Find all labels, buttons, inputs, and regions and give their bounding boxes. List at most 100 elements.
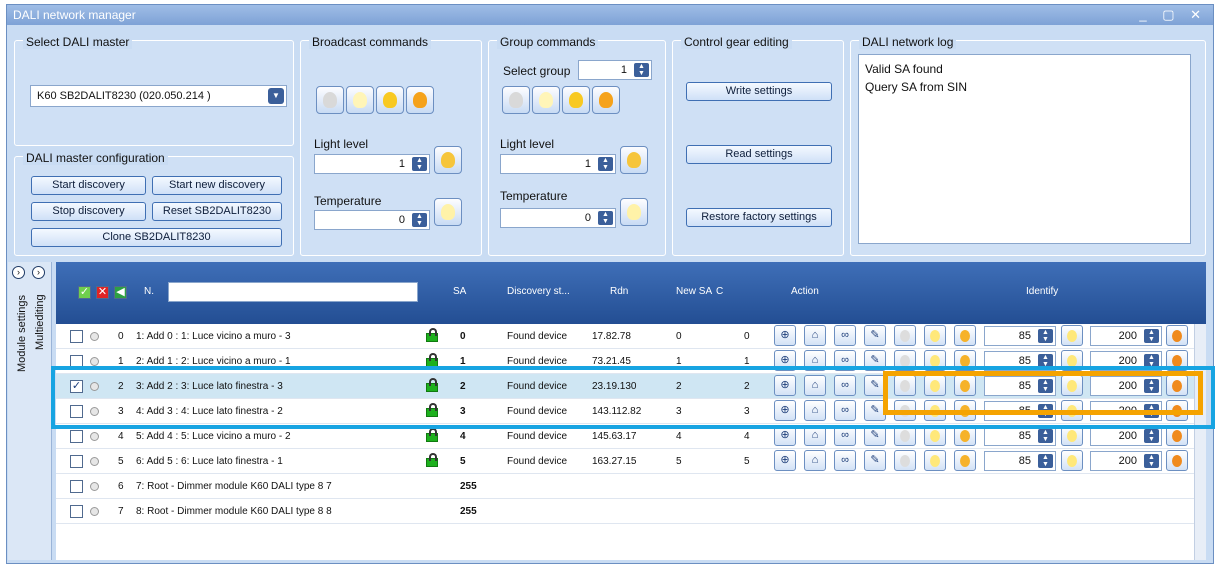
header-c[interactable]: C: [716, 286, 723, 297]
group-light-level-input[interactable]: 1 ▲ ▼: [500, 154, 616, 174]
bulb-off-icon[interactable]: [894, 350, 916, 371]
identify-temp-input[interactable]: 200 ▲ ▼: [1090, 451, 1162, 471]
start-new-discovery-button[interactable]: Start new discovery: [152, 176, 282, 195]
row-checkbox[interactable]: [70, 480, 83, 493]
pencil-icon[interactable]: ✎: [864, 450, 886, 471]
group-temperature-apply-icon[interactable]: [620, 198, 648, 226]
expand-icon[interactable]: ›: [32, 266, 45, 279]
bulb-max-icon[interactable]: [954, 400, 976, 421]
bulb-add-icon[interactable]: ⊕: [774, 450, 796, 471]
select-group-input[interactable]: 1 ▲ ▼: [578, 60, 652, 80]
row-checkbox[interactable]: [70, 505, 83, 518]
identify-level-input[interactable]: 85 ▲ ▼: [984, 401, 1056, 421]
bulb-warm-icon[interactable]: [1166, 350, 1188, 371]
bulb-max-icon[interactable]: [954, 350, 976, 371]
row-checkbox[interactable]: [70, 430, 83, 443]
binoculars-icon[interactable]: ∞: [834, 425, 856, 446]
bulb-off-icon[interactable]: [894, 325, 916, 346]
bulb-warm-icon[interactable]: [1166, 375, 1188, 396]
home-icon[interactable]: ⌂: [804, 400, 826, 421]
identify-temp-input[interactable]: 200 ▲ ▼: [1090, 351, 1162, 371]
table-row[interactable]: 7 8: Root - Dimmer module K60 DALI type 8…: [56, 499, 1206, 524]
pencil-icon[interactable]: ✎: [864, 425, 886, 446]
bulb-off-icon[interactable]: [894, 450, 916, 471]
master-select[interactable]: K60 SB2DALIT8230 (020.050.214 ) ▼: [30, 85, 287, 107]
expand-icon[interactable]: ›: [12, 266, 25, 279]
bulb-warm-icon[interactable]: [1166, 425, 1188, 446]
bulb-step-icon[interactable]: [376, 86, 404, 114]
bulb-add-icon[interactable]: ⊕: [774, 425, 796, 446]
bulb-apply-icon[interactable]: [1061, 425, 1083, 446]
pencil-icon[interactable]: ✎: [864, 375, 886, 396]
bulb-max-icon[interactable]: [406, 86, 434, 114]
read-settings-button[interactable]: Read settings: [686, 145, 832, 164]
bulb-max-icon[interactable]: [954, 375, 976, 396]
bulb-warm-icon[interactable]: [1166, 450, 1188, 471]
row-checkbox[interactable]: [70, 405, 83, 418]
lock-open-icon[interactable]: [426, 353, 440, 367]
bulb-min-icon[interactable]: [924, 350, 946, 371]
filter-input[interactable]: [168, 282, 418, 302]
bulb-add-icon[interactable]: ⊕: [774, 325, 796, 346]
home-icon[interactable]: ⌂: [804, 425, 826, 446]
table-row[interactable]: 0 1: Add 0 : 1: Luce vicino a muro - 3 0 Fo…: [56, 324, 1206, 349]
row-checkbox[interactable]: ✓: [70, 380, 83, 393]
identify-level-input[interactable]: 85 ▲ ▼: [984, 376, 1056, 396]
header-new-sa[interactable]: New SA: [676, 286, 712, 297]
bulb-max-icon[interactable]: [954, 425, 976, 446]
group-bulb-step-icon[interactable]: [562, 86, 590, 114]
table-row[interactable]: ✓ 2 3: Add 2 : 3: Luce lato finestra - 3 2 F…: [56, 374, 1206, 399]
bulb-apply-icon[interactable]: [1061, 325, 1083, 346]
bulb-off-icon[interactable]: [894, 375, 916, 396]
bulb-min-icon[interactable]: [924, 450, 946, 471]
window-controls[interactable]: _ ▢ ✕: [1139, 5, 1207, 25]
binoculars-icon[interactable]: ∞: [834, 400, 856, 421]
header-sa[interactable]: SA: [453, 286, 466, 297]
row-checkbox[interactable]: [70, 455, 83, 468]
bulb-min-icon[interactable]: [924, 375, 946, 396]
lock-open-icon[interactable]: [426, 403, 440, 417]
home-icon[interactable]: ⌂: [804, 450, 826, 471]
binoculars-icon[interactable]: ∞: [834, 350, 856, 371]
tab-multiediting[interactable]: Multiediting: [34, 294, 46, 350]
bulb-apply-icon[interactable]: [1061, 400, 1083, 421]
lock-open-icon[interactable]: [426, 428, 440, 442]
group-light-level-apply-icon[interactable]: [620, 146, 648, 174]
bulb-min-icon[interactable]: [924, 325, 946, 346]
group-bulb-min-icon[interactable]: [532, 86, 560, 114]
row-checkbox[interactable]: [70, 355, 83, 368]
pencil-icon[interactable]: ✎: [864, 350, 886, 371]
bulb-add-icon[interactable]: ⊕: [774, 350, 796, 371]
table-row[interactable]: 4 5: Add 4 : 5: Luce vicino a muro - 2 4 Fo…: [56, 424, 1206, 449]
home-icon[interactable]: ⌂: [804, 350, 826, 371]
table-row[interactable]: 3 4: Add 3 : 4: Luce lato finestra - 2 3 Fo…: [56, 399, 1206, 424]
lock-open-icon[interactable]: [426, 328, 440, 342]
light-level-apply-icon[interactable]: [434, 146, 462, 174]
identify-temp-input[interactable]: 200 ▲ ▼: [1090, 326, 1162, 346]
restore-factory-button[interactable]: Restore factory settings: [686, 208, 832, 227]
tab-module-settings[interactable]: Module settings: [16, 295, 28, 372]
bulb-warm-icon[interactable]: [1166, 400, 1188, 421]
identify-level-input[interactable]: 85 ▲ ▼: [984, 451, 1056, 471]
broadcast-temperature-input[interactable]: 0 ▲ ▼: [314, 210, 430, 230]
identify-temp-input[interactable]: 200 ▲ ▼: [1090, 376, 1162, 396]
group-temperature-input[interactable]: 0 ▲ ▼: [500, 208, 616, 228]
bulb-add-icon[interactable]: ⊕: [774, 400, 796, 421]
bulb-apply-icon[interactable]: [1061, 375, 1083, 396]
bulb-warm-icon[interactable]: [1166, 325, 1188, 346]
write-settings-button[interactable]: Write settings: [686, 82, 832, 101]
stop-discovery-button[interactable]: Stop discovery: [31, 202, 146, 221]
bulb-min-icon[interactable]: [346, 86, 374, 114]
bulb-add-icon[interactable]: ⊕: [774, 375, 796, 396]
bulb-off-icon[interactable]: [894, 400, 916, 421]
header-discovery[interactable]: Discovery st...: [507, 286, 570, 297]
pencil-icon[interactable]: ✎: [864, 325, 886, 346]
vertical-scrollbar[interactable]: [1194, 324, 1206, 560]
select-all-icon[interactable]: ✓: [78, 286, 91, 299]
binoculars-icon[interactable]: ∞: [834, 450, 856, 471]
table-row[interactable]: 6 7: Root - Dimmer module K60 DALI type 8…: [56, 474, 1206, 499]
bulb-off-icon[interactable]: [894, 425, 916, 446]
bulb-min-icon[interactable]: [924, 400, 946, 421]
group-bulb-max-icon[interactable]: [592, 86, 620, 114]
group-bulb-off-icon[interactable]: [502, 86, 530, 114]
